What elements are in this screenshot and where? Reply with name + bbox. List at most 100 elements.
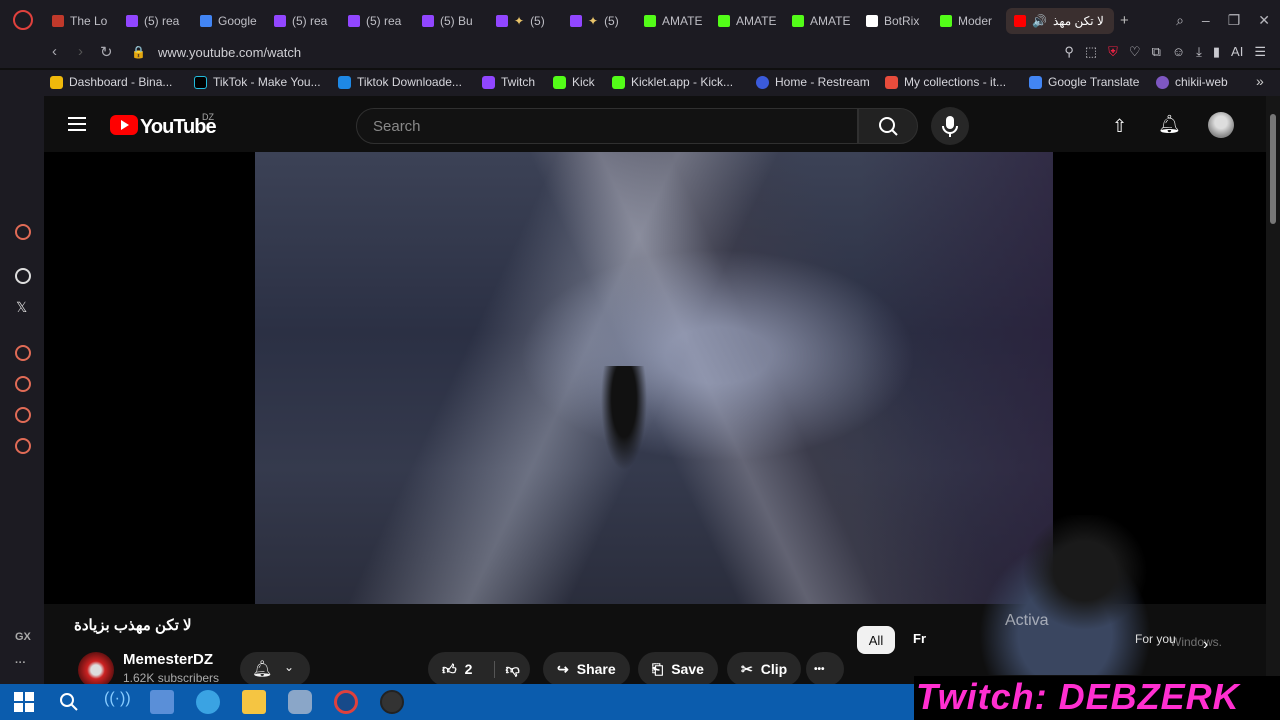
windows-start-icon[interactable] (12, 690, 36, 714)
tab-6[interactable]: (5) Bu (422, 8, 480, 34)
app-icon[interactable] (196, 690, 220, 714)
taskbar-search-icon[interactable] (57, 690, 81, 714)
activate-windows-watermark: Activa (1005, 612, 1049, 629)
download-icon[interactable]: ⤓ (1196, 44, 1202, 60)
broadcast-icon[interactable]: ((·)) (104, 690, 131, 714)
page-scrollbar[interactable] (1266, 96, 1280, 684)
bookmark-binance[interactable]: Dashboard - Bina... (50, 75, 172, 89)
like-button[interactable]: 👍︎ (442, 661, 457, 678)
twitch-icon (496, 15, 508, 27)
gamepad-icon[interactable] (288, 690, 312, 714)
bookmark-tiktok-downloader[interactable]: Tiktok Downloade... (338, 75, 462, 89)
ai-button[interactable]: AI (1231, 44, 1243, 60)
scrollbar-thumb[interactable] (1270, 114, 1276, 224)
profile-icon[interactable]: ☺ (1172, 44, 1185, 60)
reload-icon[interactable]: ↻ (100, 43, 113, 61)
notifications-bell-icon[interactable]: 🔔︎ (1158, 114, 1181, 135)
url-field[interactable]: www.youtube.com/watch (158, 45, 301, 60)
more-icon[interactable]: ··· (15, 657, 26, 669)
lock-icon[interactable]: 🔒 (131, 45, 146, 59)
bookmark-google-translate[interactable]: Google Translate (1029, 75, 1139, 89)
back-icon[interactable]: ‹ (52, 43, 57, 60)
chip-all[interactable]: All (857, 626, 895, 654)
account-avatar[interactable] (1208, 112, 1234, 138)
bookmark-kick[interactable]: Kick (553, 75, 595, 89)
opera-logo-icon[interactable] (13, 10, 33, 30)
bookmark-tiktok[interactable]: TikTok - Make You... (194, 75, 321, 89)
opera-gx-taskbar-icon[interactable] (334, 690, 358, 714)
search-tabs-icon[interactable]: ⌕ (1176, 12, 1184, 29)
chatgpt-icon[interactable] (15, 268, 31, 284)
bookmark-kicklet[interactable]: Kicklet.app - Kick... (612, 75, 733, 89)
twitch-icon (422, 15, 434, 27)
extensions-icon[interactable]: ⧉ (1152, 44, 1161, 60)
forward-icon[interactable]: › (78, 43, 83, 60)
download-icon (338, 75, 351, 89)
tab-11[interactable]: AMATE (792, 8, 850, 34)
binance-icon (50, 75, 63, 89)
clip-button[interactable]: ✂ Clip (727, 652, 802, 686)
pin-icon[interactable]: ⚲ (1064, 44, 1074, 60)
voice-search-button[interactable] (931, 107, 969, 145)
maximize-icon[interactable]: ❐ (1228, 12, 1241, 29)
subscription-bell-button[interactable]: 🔔︎ ⌄ (240, 652, 310, 686)
sparkle-icon: ✦ (514, 14, 525, 28)
minimize-icon[interactable]: – (1202, 12, 1210, 29)
bookmark-restream[interactable]: Home - Restream (756, 75, 870, 89)
search-button[interactable] (858, 108, 918, 144)
tab-1[interactable]: The Lo (52, 8, 112, 34)
bookmark-chikii[interactable]: chikii-web (1156, 75, 1228, 89)
history-icon[interactable] (15, 376, 31, 392)
tab-active-youtube[interactable]: 🔊 لا تكن مهذ (1006, 8, 1114, 34)
shield-icon[interactable]: ⛨ (1108, 44, 1118, 60)
gx-label[interactable]: GX (15, 631, 31, 643)
google-icon (200, 15, 212, 27)
tab-5[interactable]: (5) rea (348, 8, 406, 34)
tab-13[interactable]: Moder (940, 8, 998, 34)
bookmark-collections[interactable]: My collections - it... (885, 75, 1006, 89)
bookmark-twitch[interactable]: Twitch (482, 75, 535, 89)
close-icon[interactable]: ✕ (1258, 12, 1270, 29)
share-button[interactable]: ↪ Share (543, 652, 630, 686)
tab-9[interactable]: AMATE (644, 8, 702, 34)
dislike-button[interactable]: 👎︎ (494, 660, 520, 678)
more-actions-button[interactable]: ••• (806, 652, 844, 686)
upload-icon[interactable]: ⇧ (1112, 116, 1127, 137)
save-button[interactable]: ⎗ Save (638, 652, 718, 686)
channel-avatar[interactable] (78, 652, 114, 688)
tab-4[interactable]: (5) rea (274, 8, 332, 34)
kick-icon (940, 15, 952, 27)
new-tab-icon[interactable]: + (1120, 12, 1129, 29)
hamburger-menu-icon[interactable] (68, 117, 86, 131)
youtube-header: YouTube DZ Search ⇧ 🔔︎ (44, 96, 1266, 156)
search-input[interactable]: Search (356, 108, 858, 144)
bookmarks-bar: Dashboard - Bina... TikTok - Make You...… (0, 70, 1280, 96)
tab-3[interactable]: Google (200, 8, 258, 34)
file-explorer-icon[interactable] (242, 690, 266, 714)
heart-icon[interactable]: ♡ (1129, 44, 1141, 60)
monitor-app-icon[interactable] (150, 690, 174, 714)
player-icon[interactable] (15, 224, 31, 240)
obs-icon[interactable] (380, 690, 404, 714)
tab-8[interactable]: ✦ (5) (570, 8, 628, 34)
tiktok-icon (194, 75, 207, 89)
extensions-sidebar-icon[interactable] (15, 407, 31, 423)
youtube-logo-icon[interactable] (110, 115, 138, 135)
bookmarks-overflow-icon[interactable]: » (1256, 73, 1264, 89)
tab-12[interactable]: BotRix (866, 8, 928, 34)
streamer-webcam-overlay (975, 515, 1175, 675)
settings-icon[interactable] (15, 438, 31, 454)
x-twitter-icon[interactable]: 𝕏 (16, 299, 27, 316)
window-controls: ⌕ – ❐ ✕ (1176, 12, 1270, 29)
snapshot-icon[interactable]: ⬚ (1085, 44, 1097, 60)
tab-10[interactable]: AMATE (718, 8, 776, 34)
chevron-right-icon[interactable]: › (1203, 636, 1208, 654)
speaker-icon[interactable]: 🔊 (1032, 14, 1047, 28)
play-icon[interactable] (15, 345, 31, 361)
channel-name[interactable]: MemesterDZ (123, 651, 213, 668)
menu-icon[interactable]: ☰ (1254, 44, 1266, 60)
tab-2[interactable]: (5) rea (126, 8, 184, 34)
chip-fr[interactable]: Fr (913, 631, 926, 646)
tab-7[interactable]: ✦ (5) (496, 8, 554, 34)
battery-icon[interactable]: ▮ (1213, 44, 1220, 60)
